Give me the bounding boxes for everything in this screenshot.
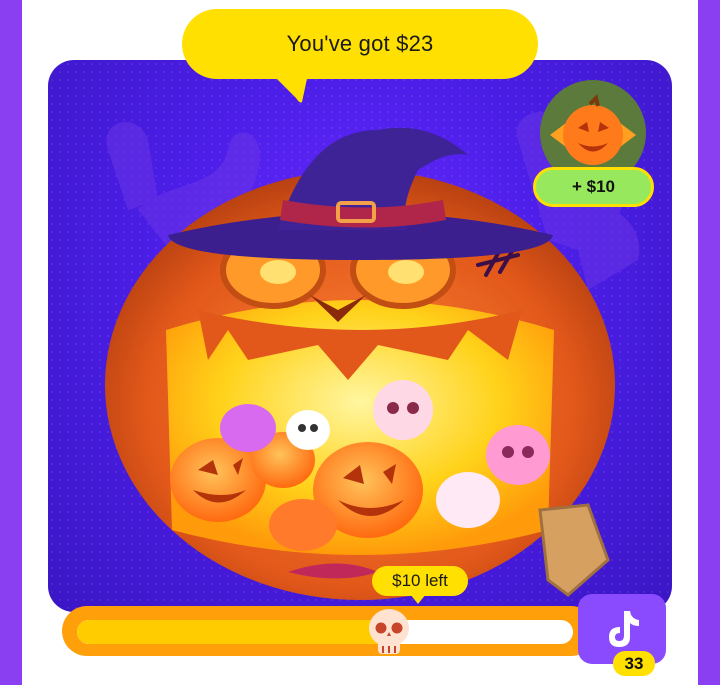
tiktok-count-text: 33 <box>624 653 644 673</box>
progress-bar-fill <box>77 620 390 644</box>
tooltip-tail <box>410 594 426 604</box>
reward-message-text: You've got $23 <box>286 31 434 56</box>
remaining-amount-text: $10 left <box>392 571 448 590</box>
reward-amount-badge: + $10 <box>533 167 654 207</box>
reward-message-bubble: You've got $23 <box>182 9 538 79</box>
tiktok-icon <box>609 611 639 647</box>
progress-bar <box>62 606 596 656</box>
tiktok-count-badge: 33 <box>613 651 655 676</box>
remaining-amount-tooltip: $10 left <box>372 566 468 596</box>
progress-bar-track <box>77 620 573 644</box>
reward-amount-label: + $10 <box>571 177 615 196</box>
skull-icon[interactable] <box>366 606 412 658</box>
bubble-tail <box>272 74 308 103</box>
